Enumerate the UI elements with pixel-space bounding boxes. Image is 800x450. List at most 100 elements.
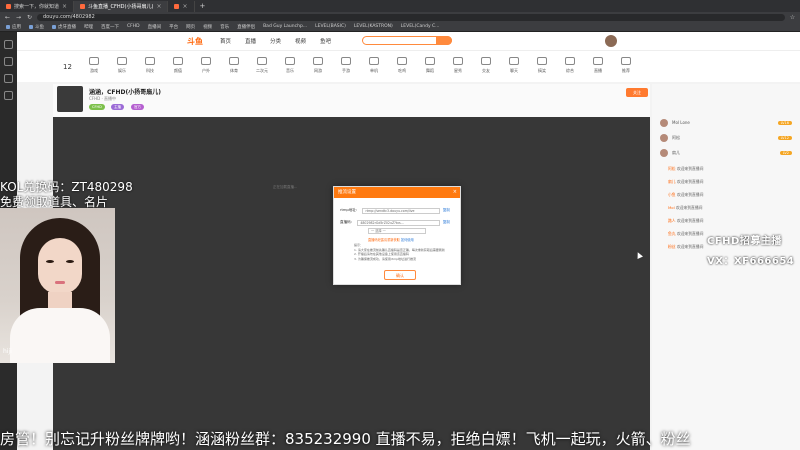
chat-message: 路人 欢迎来到直播间 bbox=[668, 218, 704, 223]
browser-tab[interactable]: 搜索一下，你就知道 × bbox=[0, 0, 75, 12]
close-icon[interactable]: × bbox=[453, 187, 457, 198]
bookmark[interactable]: CFHD bbox=[127, 24, 140, 29]
nav-item-home[interactable]: 首页 bbox=[220, 37, 231, 45]
home-icon[interactable] bbox=[4, 40, 13, 49]
category-item[interactable]: 体育 bbox=[219, 57, 249, 74]
streamer-avatar[interactable] bbox=[57, 86, 83, 112]
bookmark[interactable]: LEVEL(BASIC) bbox=[315, 24, 346, 29]
bookmark[interactable]: 虎牙直播 bbox=[52, 24, 76, 30]
copy-rtmp-button[interactable]: 复制 bbox=[443, 208, 450, 213]
nav-item-fishbar[interactable]: 鱼吧 bbox=[320, 37, 331, 45]
fan-row[interactable]: Mol Lone LV16 bbox=[660, 118, 792, 127]
fan-avatar bbox=[660, 133, 668, 142]
new-tab-icon[interactable]: + bbox=[195, 2, 211, 10]
bookmark[interactable]: 平台 bbox=[169, 24, 178, 30]
bookmark[interactable]: 音乐 bbox=[220, 24, 229, 30]
category-item[interactable]: 单机 bbox=[359, 57, 389, 74]
follow-button[interactable]: 关注 bbox=[626, 88, 648, 97]
category-item[interactable]: 网游 bbox=[303, 57, 333, 74]
category-icon bbox=[201, 57, 211, 65]
category-item[interactable]: 综合 bbox=[555, 57, 585, 74]
bookmark[interactable]: 百度一下 bbox=[101, 24, 119, 30]
category-item[interactable]: 二次元 bbox=[247, 57, 277, 74]
nav-item-live[interactable]: 直播 bbox=[245, 37, 256, 45]
bookmark[interactable]: 应用 bbox=[6, 24, 21, 30]
history-icon[interactable] bbox=[4, 91, 13, 100]
kol-overlay: KOL兑换码：ZT480298 免费领取道具、名片 bbox=[0, 180, 133, 209]
bookmark[interactable]: Bad Guy Launchp... bbox=[263, 24, 307, 29]
browser-tab[interactable]: × bbox=[168, 0, 195, 12]
user-avatar[interactable] bbox=[605, 35, 617, 47]
tab-favicon-icon bbox=[6, 3, 11, 9]
bookmark[interactable]: 哔哩 bbox=[84, 24, 93, 30]
confirm-button[interactable]: 确认 bbox=[384, 270, 416, 280]
fan-badge: LV2 bbox=[779, 150, 792, 155]
url-input[interactable]: douyu.com/4802982 bbox=[37, 13, 785, 21]
chat-message: 鱼丸 欢迎来到直播间 bbox=[668, 231, 704, 236]
chat-message: 扇儿 欢迎来到直播间 bbox=[668, 179, 704, 184]
category-item[interactable]: 舞蹈 bbox=[415, 57, 445, 74]
category-item[interactable]: 娱乐 bbox=[107, 57, 137, 74]
search-icon[interactable] bbox=[436, 36, 452, 45]
star-icon[interactable]: ☆ bbox=[789, 14, 796, 21]
bookmark[interactable]: LEVEL(Candy C... bbox=[401, 24, 440, 29]
follow-icon[interactable] bbox=[4, 74, 13, 83]
search-input[interactable] bbox=[362, 36, 452, 45]
bookmark[interactable]: LEVEL(KASTRON) bbox=[354, 24, 393, 29]
category-item[interactable]: 搞笑 bbox=[527, 57, 557, 74]
room-tag[interactable]: 主播 bbox=[111, 104, 124, 110]
video-icon[interactable] bbox=[4, 57, 13, 66]
bookmark[interactable]: 直播伴侣 bbox=[237, 24, 255, 30]
reload-icon[interactable]: ↻ bbox=[26, 14, 33, 21]
category-icon bbox=[565, 57, 575, 65]
line-select[interactable]: 一 选择 一 bbox=[368, 228, 426, 234]
bookmark[interactable]: 视频 bbox=[203, 24, 212, 30]
close-tab-icon[interactable]: × bbox=[62, 3, 67, 10]
browser-tab-active[interactable]: 斗鱼直播_CFHD(小扬哥扇儿) × bbox=[74, 0, 169, 12]
stream-code-input[interactable]: 4802982rGd5rZ02uZ?txs... bbox=[357, 219, 440, 226]
close-tab-icon[interactable]: × bbox=[182, 3, 187, 10]
address-bar: ← → ↻ douyu.com/4802982 ☆ bbox=[0, 12, 800, 22]
chat-message: 阿松 欢迎来到直播间 bbox=[668, 166, 704, 171]
bookmark[interactable]: 斗鱼 bbox=[29, 24, 44, 30]
rtmp-address-input[interactable]: rtmp://sendtc3.douyu.com/live bbox=[362, 207, 440, 214]
category-icon bbox=[313, 57, 323, 65]
bookmark[interactable]: 直播间 bbox=[148, 24, 162, 30]
refresh-code-link[interactable]: 直播码泄露请重新获取 bbox=[368, 238, 400, 242]
category-bar: 12 游戏 娱乐 科技 颜值 户外 体育 二次元 音乐 网游 手游 单机 吃鸡 舞蹈 星秀 交友 聊天 搞笑 综合… bbox=[17, 50, 800, 82]
category-item[interactable]: 星秀 bbox=[443, 57, 473, 74]
category-item[interactable]: 推荐 bbox=[611, 57, 641, 74]
category-icon bbox=[537, 57, 547, 65]
forward-icon[interactable]: → bbox=[15, 14, 22, 21]
category-item[interactable]: 交友 bbox=[471, 57, 501, 74]
category-item[interactable]: 户外 bbox=[191, 57, 221, 74]
site-logo[interactable]: 斗鱼 bbox=[187, 36, 203, 47]
help-link[interactable]: 如何使用 bbox=[401, 238, 414, 242]
fan-row[interactable]: 阿松 LV12 bbox=[660, 133, 792, 142]
category-item[interactable]: 聊天 bbox=[499, 57, 529, 74]
category-item[interactable]: 颜值 bbox=[163, 57, 193, 74]
category-icon bbox=[229, 57, 239, 65]
nav-item-category[interactable]: 分类 bbox=[270, 37, 281, 45]
nav-item-video[interactable]: 视频 bbox=[295, 37, 306, 45]
room-tag[interactable]: 官方 bbox=[131, 104, 144, 110]
close-tab-icon[interactable]: × bbox=[156, 3, 161, 10]
copy-code-button[interactable]: 复制 bbox=[443, 220, 450, 225]
back-icon[interactable]: ← bbox=[4, 14, 11, 21]
bookmark[interactable]: 网页 bbox=[186, 24, 195, 30]
category-item[interactable]: 吃鸡 bbox=[387, 57, 417, 74]
fan-row[interactable]: 扇儿 LV2 bbox=[660, 148, 792, 157]
category-icon bbox=[285, 57, 295, 65]
code-field: 直播码： 4802982rGd5rZ02uZ?txs... 复制 bbox=[340, 219, 450, 226]
category-item[interactable]: 音乐 bbox=[275, 57, 305, 74]
category-icon bbox=[621, 57, 631, 65]
fan-badge: LV12 bbox=[777, 135, 792, 140]
room-tag[interactable]: CFHD bbox=[89, 104, 105, 110]
category-item[interactable]: 游戏 bbox=[79, 57, 109, 74]
category-item[interactable]: 直播 bbox=[583, 57, 613, 74]
category-item[interactable]: 手游 bbox=[331, 57, 361, 74]
bookmark-icon bbox=[29, 24, 33, 29]
category-icon bbox=[369, 57, 379, 65]
category-item[interactable]: 科技 bbox=[135, 57, 165, 74]
fan-avatar bbox=[660, 148, 668, 157]
